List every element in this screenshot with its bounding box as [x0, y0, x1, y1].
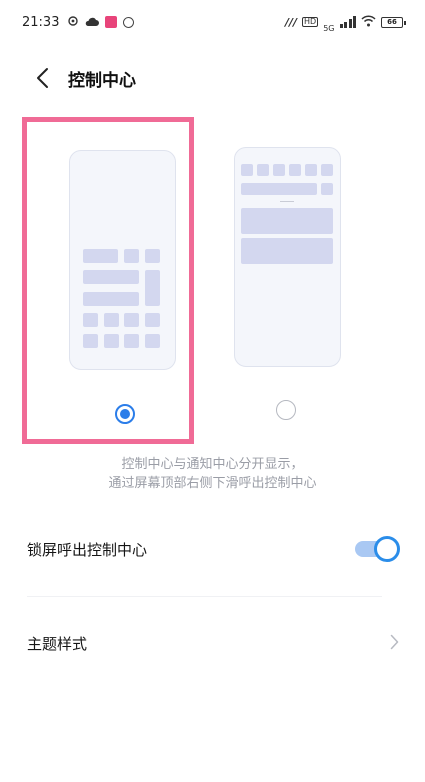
- lock-screen-control-row[interactable]: 锁屏呼出控制中心: [0, 528, 425, 570]
- lock-screen-label: 锁屏呼出控制中心: [27, 540, 148, 559]
- preview-tile: [145, 313, 160, 327]
- preview-tile: [241, 164, 253, 176]
- preview-tile: [124, 334, 139, 348]
- radio-dot: [120, 409, 130, 419]
- status-left-icons: [67, 15, 135, 29]
- status-bar: 21:33 /// HD 5G 66: [0, 0, 425, 44]
- phone-preview-combined: [234, 147, 341, 367]
- status-time: 21:33: [22, 14, 60, 30]
- location-icon: [67, 15, 79, 29]
- app-badge-icon: [105, 16, 118, 28]
- preview-tile: [241, 238, 333, 264]
- preview-tile: [241, 208, 333, 234]
- preview-tile: [145, 270, 160, 306]
- preview-tile: [124, 249, 139, 263]
- preview-tile: [305, 164, 317, 176]
- option-description: 控制中心与通知中心分开显示， 通过屏幕顶部右侧下滑呼出控制中心: [0, 455, 425, 493]
- chevron-left-icon: [37, 68, 48, 88]
- row-divider: [27, 596, 382, 597]
- theme-style-row[interactable]: 主题样式: [0, 622, 425, 664]
- wifi-icon: [361, 15, 376, 29]
- toggle-knob: [374, 536, 400, 562]
- preview-tile: [241, 183, 317, 195]
- preview-tile: [83, 334, 98, 348]
- preview-tile: [257, 164, 269, 176]
- carrier-icon: ///: [284, 15, 298, 29]
- chevron-right-icon: [390, 633, 399, 653]
- signal-icon: [339, 16, 356, 28]
- preview-tile: [83, 292, 139, 306]
- preview-tile: [145, 249, 160, 263]
- preview-divider: [280, 201, 294, 202]
- network-gen-label: 5G: [323, 24, 335, 33]
- preview-tile: [321, 183, 333, 195]
- preview-tile: [145, 334, 160, 348]
- sync-ring-icon: [123, 16, 135, 28]
- lock-screen-toggle[interactable]: [355, 536, 400, 562]
- back-button[interactable]: [22, 58, 62, 98]
- page-title: 控制中心: [68, 70, 136, 91]
- preview-tile: [124, 313, 139, 327]
- preview-tile: [289, 164, 301, 176]
- preview-tile: [321, 164, 333, 176]
- preview-tile: [104, 313, 119, 327]
- battery-level: 66: [387, 18, 397, 26]
- phone-preview-separate: [69, 150, 176, 370]
- battery-icon: 66: [381, 16, 406, 28]
- header: 控制中心: [0, 58, 425, 98]
- preview-tile: [83, 270, 139, 284]
- description-line-1: 控制中心与通知中心分开显示，: [121, 457, 304, 472]
- theme-style-label: 主题样式: [27, 634, 88, 653]
- preview-tile: [273, 164, 285, 176]
- option-combined-card[interactable]: [201, 117, 373, 444]
- preview-tile: [104, 334, 119, 348]
- hd-icon: HD: [302, 17, 319, 27]
- status-right-icons: /// HD 5G 66: [284, 11, 406, 33]
- radio-combined-unselected[interactable]: [276, 400, 296, 420]
- preview-tile: [83, 249, 118, 263]
- preview-tile: [83, 313, 98, 327]
- radio-separate-selected[interactable]: [115, 404, 135, 424]
- option-separate-card[interactable]: [22, 117, 194, 444]
- cloud-icon: [85, 16, 100, 29]
- description-line-2: 通过屏幕顶部右侧下滑呼出控制中心: [108, 476, 317, 491]
